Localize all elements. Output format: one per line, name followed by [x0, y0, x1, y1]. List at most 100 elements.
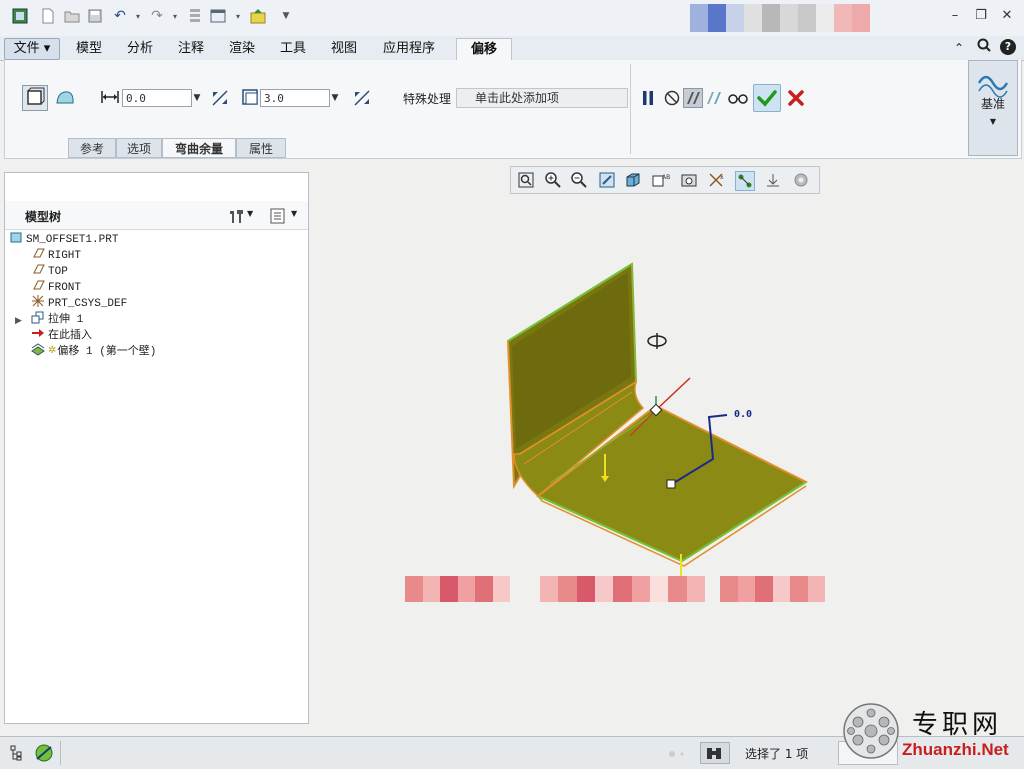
accept-button[interactable]: [753, 84, 781, 112]
close-window-icon[interactable]: [248, 6, 268, 26]
appearance-gallery-icon[interactable]: [791, 171, 811, 191]
solid-offset-button[interactable]: [22, 85, 48, 111]
tree-item-extrude[interactable]: 拉伸 1: [31, 311, 84, 328]
regenerate-icon[interactable]: [185, 6, 205, 26]
undo-icon[interactable]: ↶: [110, 6, 130, 26]
tree-item-label: TOP: [48, 266, 68, 278]
thickness-flip-icon[interactable]: [352, 88, 372, 108]
blurred-caption-1: [405, 576, 510, 602]
tree-settings-icon[interactable]: [227, 207, 247, 225]
save-icon[interactable]: [85, 6, 105, 26]
saved-orientations-icon[interactable]: AB: [651, 171, 671, 191]
no-preview-icon[interactable]: [663, 89, 681, 107]
tree-item-label: SM_OFFSET1.PRT: [26, 234, 119, 246]
tree-show-icon[interactable]: [269, 207, 287, 225]
tree-item-top[interactable]: TOP: [31, 264, 68, 280]
app-icon[interactable]: [10, 6, 30, 26]
new-icon[interactable]: [38, 6, 58, 26]
tree-item-offset[interactable]: ✲ 偏移 1 (第一个壁): [31, 343, 156, 360]
thickness-icon: [241, 88, 259, 106]
ribbon-divider: [630, 64, 631, 154]
repaint-icon[interactable]: [597, 171, 617, 191]
tree-item-right[interactable]: RIGHT: [31, 248, 81, 264]
cancel-button[interactable]: [786, 88, 806, 108]
tab-apps[interactable]: 应用程序: [372, 38, 446, 60]
redo-dropdown-icon[interactable]: ▾: [165, 6, 185, 26]
selection-filter-icon[interactable]: [700, 742, 730, 764]
offset-distance-dropdown-icon[interactable]: ▼: [190, 89, 204, 107]
detached-preview-icon[interactable]: [704, 88, 724, 108]
part-icon: [9, 231, 23, 249]
redo-icon[interactable]: ↷: [147, 6, 167, 26]
tab-file[interactable]: 文件 ▾: [4, 38, 60, 60]
svg-text:AB: AB: [662, 174, 670, 181]
customize-icon[interactable]: ▼: [276, 6, 296, 26]
tree-item-label: 拉伸 1: [48, 314, 84, 326]
tab-model[interactable]: 模型: [66, 38, 112, 60]
tree-item-part[interactable]: SM_OFFSET1.PRT: [9, 232, 118, 248]
subtab-properties[interactable]: 属性: [236, 138, 286, 158]
collapse-ribbon-icon[interactable]: ⌃: [950, 38, 968, 58]
new-feature-icon: ✲: [48, 346, 57, 357]
special-handling-collector[interactable]: 单击此处添加项: [456, 88, 628, 108]
close-icon[interactable]: ✕: [998, 8, 1016, 24]
subtab-references[interactable]: 参考: [68, 138, 116, 158]
view-manager-icon[interactable]: [679, 171, 699, 191]
tab-tools[interactable]: 工具: [270, 38, 316, 60]
tab-offset[interactable]: 偏移: [456, 38, 512, 62]
tree-settings-dropdown-icon[interactable]: ▼: [247, 209, 253, 218]
windows-dropdown-icon[interactable]: ▾: [228, 6, 248, 26]
special-handling-label: 特殊处理: [403, 92, 452, 106]
show-navigator-icon[interactable]: [6, 743, 28, 763]
tree-show-dropdown-icon[interactable]: ▼: [291, 209, 297, 218]
tab-analysis[interactable]: 分析: [117, 38, 163, 60]
surface-offset-button[interactable]: [54, 87, 76, 109]
zoom-out-icon[interactable]: [569, 171, 589, 191]
svg-text:x: x: [720, 174, 724, 181]
view-toolbar: AB x: [510, 166, 820, 194]
subtab-options[interactable]: 选项: [116, 138, 162, 158]
tab-view[interactable]: 视图: [321, 38, 367, 60]
graphics-window[interactable]: 0.0: [310, 196, 1024, 734]
watermark-text-en: Zhuanzhi.Net: [902, 740, 1009, 759]
expand-arrow-icon[interactable]: ▶: [15, 316, 22, 326]
help-icon[interactable]: ?: [1000, 39, 1016, 55]
datum-group-button[interactable]: 基准 ▼: [968, 60, 1018, 156]
pause-icon[interactable]: [640, 89, 656, 107]
blurred-caption-2: [540, 576, 705, 602]
blurred-caption-3: [720, 576, 825, 602]
datum-display-icon[interactable]: x: [707, 171, 727, 191]
flip-direction-icon[interactable]: [210, 88, 230, 108]
tab-annotate[interactable]: 注释: [168, 38, 214, 60]
minimize-icon[interactable]: –: [946, 8, 964, 24]
thickness-input[interactable]: 3.0: [260, 89, 330, 107]
annotation-display-icon[interactable]: [763, 171, 783, 191]
display-style-icon[interactable]: [623, 171, 643, 191]
quick-access-toolbar: ↶ ▾ ↷ ▾ ▾ ▼ – ❐ ✕: [0, 0, 1024, 36]
restore-icon[interactable]: ❐: [972, 8, 990, 24]
spin-center-icon[interactable]: [735, 171, 755, 191]
watermark-logo-icon: [842, 702, 900, 760]
refit-icon[interactable]: [516, 171, 536, 191]
status-divider: [60, 741, 61, 765]
offset-part-model[interactable]: [310, 196, 1024, 734]
tree-item-csys[interactable]: PRT_CSYS_DEF: [31, 295, 127, 312]
search-icon[interactable]: [975, 38, 993, 58]
tab-render[interactable]: 渲染: [219, 38, 265, 60]
show-browser-icon[interactable]: [32, 741, 56, 765]
window-title-blurred: [690, 4, 880, 32]
subtab-bend-allowance[interactable]: 弯曲余量: [162, 138, 236, 158]
model-tree-title: 模型树: [25, 210, 62, 224]
open-icon[interactable]: [62, 6, 82, 26]
zoom-in-icon[interactable]: [543, 171, 563, 191]
tree-item-label: FRONT: [48, 282, 82, 294]
datum-label: 基准: [980, 97, 1005, 111]
windows-icon[interactable]: [208, 6, 228, 26]
offset-distance-input[interactable]: 0.0: [122, 89, 192, 107]
thickness-dropdown-icon[interactable]: ▼: [328, 89, 342, 107]
offset-dimension-label[interactable]: 0.0: [734, 409, 752, 420]
verify-glasses-icon[interactable]: [727, 88, 749, 108]
attached-preview-icon[interactable]: [683, 88, 703, 108]
undo-dropdown-icon[interactable]: ▾: [128, 6, 148, 26]
model-tree-panel: 模型树 ▼ ▼ SM_OFFSET1.PRT RIGHT TOP FRONT P…: [4, 172, 309, 724]
